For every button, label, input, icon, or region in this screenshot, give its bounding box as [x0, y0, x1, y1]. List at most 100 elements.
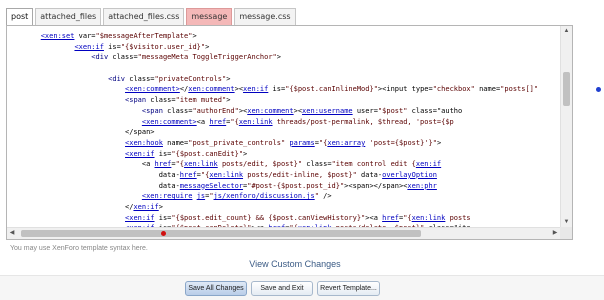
code-content[interactable]: <xen:set var="$messageAfterTemplate"> <x… — [7, 31, 560, 227]
tab-attached-files[interactable]: attached_files — [35, 8, 102, 25]
scroll-down-arrow-icon[interactable]: ▼ — [561, 217, 572, 227]
code-line: <xen:if is="{$post.canEdit}"> — [7, 149, 560, 160]
button-bar: Save All Changes Save and Exit Revert Te… — [0, 275, 604, 300]
code-token: is= — [103, 42, 121, 51]
save-all-changes-button[interactable]: Save All Changes — [185, 281, 247, 296]
code-token: params — [289, 138, 315, 147]
code-token: js/xenforo/discussion.js — [213, 192, 315, 201]
code-editor[interactable]: <xen:set var="$messageAfterTemplate"> <x… — [6, 25, 573, 240]
code-token: <div — [108, 74, 126, 83]
code-token: <xen:comment> — [125, 85, 180, 94]
code-token: "{$visitor.user_id}" — [120, 42, 206, 51]
code-line: <span class="item muted"> — [7, 95, 560, 106]
scroll-up-arrow-icon[interactable]: ▲ — [561, 26, 572, 36]
code-token: <span — [141, 106, 163, 115]
code-token: </ — [179, 85, 189, 94]
code-token: is= — [154, 149, 172, 158]
code-token: <xen:require — [141, 192, 193, 201]
tab-message-css[interactable]: message.css — [234, 8, 296, 25]
code-token: href — [209, 117, 227, 126]
horizontal-scroll-thumb[interactable] — [21, 230, 421, 237]
code-token: class= — [125, 74, 155, 83]
code-token: "messageMeta ToggleTriggerAnchor" — [137, 53, 277, 62]
code-token: "{$post.canInlineMod}" — [285, 85, 378, 94]
revert-template-button[interactable]: Revert Template... — [317, 281, 380, 296]
code-token: ><a — [365, 213, 383, 222]
code-token: data- — [7, 181, 180, 190]
code-token: is= — [154, 213, 172, 222]
code-token: "{ — [403, 213, 412, 222]
code-token: <span — [125, 96, 147, 105]
code-token: user= — [352, 106, 378, 115]
code-token: class= — [302, 160, 332, 169]
tab-post[interactable]: post — [6, 8, 34, 25]
code-token: xen:array — [327, 138, 366, 147]
code-token: <xen:if — [125, 149, 155, 158]
code-token: "$post" — [377, 106, 408, 115]
code-token: </ — [7, 203, 134, 211]
code-token: "item control edit { — [331, 160, 416, 169]
code-token: > — [205, 42, 210, 51]
code-token: posts/edit-inline, $post}" — [243, 170, 357, 179]
code-token: overlayOption — [382, 170, 437, 179]
code-token: "checkbox" — [432, 85, 475, 94]
syntax-hint: You may use XenForo template syntax here… — [10, 245, 148, 252]
code-token: "{ — [230, 117, 239, 126]
code-token: href — [179, 170, 197, 179]
horizontal-scrollbar[interactable]: ◀ ▶ — [7, 227, 560, 239]
red-marker-dot-icon — [161, 231, 166, 236]
save-and-exit-button[interactable]: Save and Exit — [251, 281, 313, 296]
scroll-left-arrow-icon[interactable]: ◀ — [7, 228, 17, 239]
code-token: name= — [474, 85, 501, 94]
code-token: is= — [268, 85, 286, 94]
code-line: <xen:if is="{$post.edit_count} && {$post… — [7, 213, 560, 224]
code-line: </xen:if> — [7, 202, 560, 213]
vertical-scroll-thumb[interactable] — [563, 72, 570, 106]
code-token: xen:if — [243, 85, 269, 94]
code-token: <xen:hook — [125, 138, 163, 147]
code-line: <xen:comment></xen:comment><xen:if is="{… — [7, 84, 560, 95]
code-token: <a — [196, 117, 210, 126]
code-token: "{$post.canEdit}" — [171, 149, 244, 158]
code-token: "{$post.edit_count} && {$post.canViewHis… — [171, 213, 366, 222]
code-token: > — [436, 138, 442, 147]
blue-marker-dot-icon — [596, 87, 601, 92]
tab-message[interactable]: message — [186, 8, 233, 25]
code-token: xen:if — [415, 160, 442, 169]
code-token: js — [196, 192, 206, 201]
code-token: "#post-{$post.post_id}" — [247, 181, 345, 190]
code-token: data- — [7, 170, 180, 179]
template-tabs: post attached_files attached_files.css mess… — [6, 8, 296, 25]
scroll-right-arrow-icon[interactable]: ▶ — [550, 228, 560, 239]
code-token: xen:link — [184, 160, 218, 169]
code-token: > — [192, 32, 197, 40]
code-token: </span> — [7, 128, 155, 137]
code-token: <a — [7, 160, 155, 169]
code-line: <xen:if is="{$visitor.user_id}"> — [7, 42, 560, 53]
tab-attached-files-css[interactable]: attached_files.css — [103, 8, 185, 25]
code-token: posts/edit, $post}" — [217, 160, 303, 169]
code-token: > — [276, 53, 281, 62]
code-line: <xen:require js="js/xenforo/discussion.j… — [7, 191, 560, 202]
code-token: messageSelector — [179, 181, 244, 190]
code-line: data-href="{xen:link posts/edit-inline, … — [7, 170, 560, 181]
code-token: name= — [162, 138, 189, 147]
code-token: <xen:if — [125, 213, 155, 222]
code-token: "$messageAfterTemplate" — [95, 32, 193, 40]
vertical-scrollbar[interactable]: ▲ ▼ — [560, 26, 572, 227]
code-line: <xen:set var="$messageAfterTemplate"> — [7, 31, 560, 42]
code-token: >< — [234, 85, 244, 94]
code-token: > — [226, 74, 231, 83]
code-token: xen:link — [411, 213, 446, 222]
code-token: threads/post-permalink, $thread, 'post={… — [272, 117, 454, 126]
view-custom-changes-link[interactable]: View Custom Changes — [0, 259, 590, 269]
code-token: posts — [445, 213, 471, 222]
